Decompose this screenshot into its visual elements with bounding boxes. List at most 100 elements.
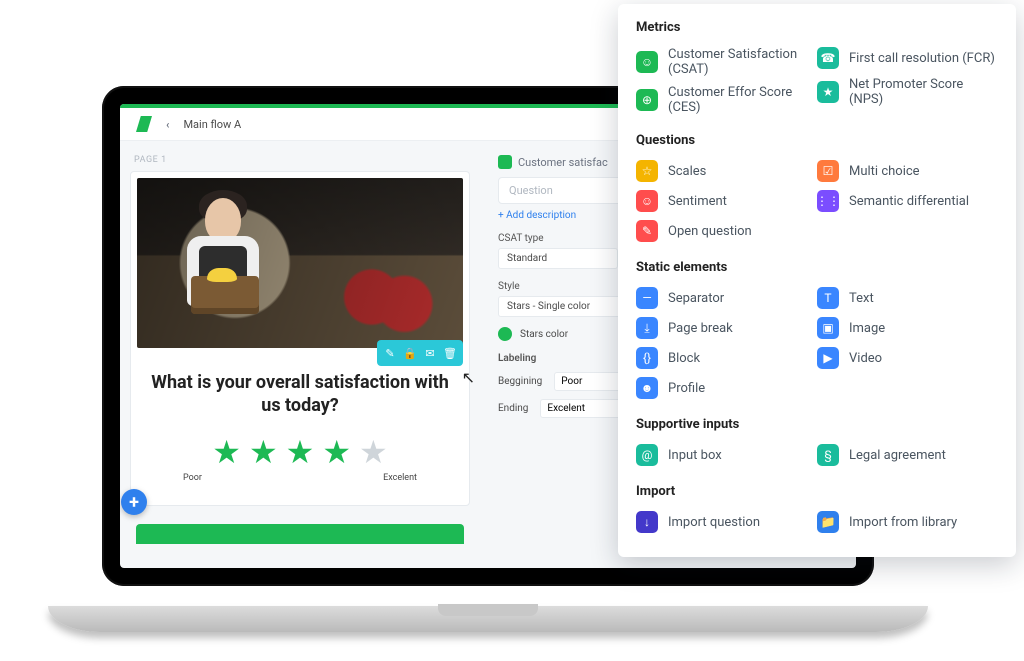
static-item[interactable]: — Separator	[636, 283, 817, 313]
static-icon: —	[636, 287, 658, 309]
metrics-item[interactable]: ☺ Customer Satisfaction (CSAT)	[636, 43, 817, 81]
metrics-label: First call resolution (FCR)	[849, 51, 995, 66]
static-item[interactable]: ▶ Video	[817, 343, 998, 373]
static-item[interactable]: ▣ Image	[817, 313, 998, 343]
back-button[interactable]: ‹	[166, 118, 169, 131]
rating-stars[interactable]: ★ ★ ★ ★ ★	[141, 433, 459, 471]
star-4[interactable]: ★	[322, 433, 351, 471]
config-type-name: Customer satisfac	[518, 156, 608, 169]
supportive-label: Input box	[668, 448, 722, 463]
static-label: Block	[668, 351, 700, 366]
supportive-item[interactable]: § Legal agreement	[817, 440, 998, 470]
metrics-item[interactable]: ⊕ Customer Effor Score (CES)	[636, 81, 817, 119]
supportive-heading: Supportive inputs	[636, 417, 998, 432]
scale-low-label: Poor	[183, 473, 202, 483]
import-label: Import question	[668, 515, 760, 530]
questions-icon: ⋮⋮	[817, 190, 839, 212]
questions-item[interactable]: ⋮⋮ Semantic differential	[817, 186, 998, 216]
import-icon: ↓	[636, 511, 658, 533]
questions-label: Multi choice	[849, 164, 920, 179]
metrics-label: Customer Satisfaction (CSAT)	[668, 47, 817, 77]
static-heading: Static elements	[636, 260, 998, 275]
edit-icon[interactable]: ✎	[381, 344, 399, 362]
delete-icon[interactable]: 🗑	[441, 344, 459, 362]
page-label: PAGE 1	[134, 155, 466, 165]
question-preview-card: ✎ 🔒 ✉ 🗑 ↖ What is your overall satisfact…	[130, 171, 470, 506]
supportive-label: Legal agreement	[849, 448, 946, 463]
metrics-label: Customer Effor Score (CES)	[668, 85, 817, 115]
mail-icon[interactable]: ✉	[421, 344, 439, 362]
metrics-icon: ☎	[817, 47, 839, 69]
star-3[interactable]: ★	[286, 433, 315, 471]
questions-label: Scales	[668, 164, 706, 179]
static-item[interactable]: ⤓ Page break	[636, 313, 817, 343]
questions-item[interactable]: ☺ Sentiment	[636, 186, 817, 216]
progress-bar	[136, 524, 464, 544]
lock-icon[interactable]: 🔒	[401, 344, 419, 362]
star-1[interactable]: ★	[212, 433, 241, 471]
import-icon: 📁	[817, 511, 839, 533]
static-item[interactable]: ☻ Profile	[636, 373, 817, 403]
static-item[interactable]: T Text	[817, 283, 998, 313]
supportive-icon: @	[636, 444, 658, 466]
scale-high-label: Excelent	[383, 473, 417, 483]
questions-icon: ☺	[636, 190, 658, 212]
supportive-icon: §	[817, 444, 839, 466]
questions-label: Sentiment	[668, 194, 727, 209]
csat-icon	[498, 155, 512, 169]
questions-item[interactable]: ☆ Scales	[636, 156, 817, 186]
questions-label: Semantic differential	[849, 194, 969, 209]
element-picker-panel: Metrics ☺ Customer Satisfaction (CSAT) ⊕ Cu…	[618, 4, 1016, 557]
import-heading: Import	[636, 484, 998, 499]
question-toolbar: ✎ 🔒 ✉ 🗑	[377, 340, 463, 366]
static-icon: ▣	[817, 317, 839, 339]
stars-color-swatch[interactable]	[498, 327, 512, 341]
metrics-item[interactable]: ☎ First call resolution (FCR)	[817, 43, 998, 73]
static-label: Page break	[668, 321, 733, 336]
preview-person-illustration	[165, 190, 285, 340]
static-label: Image	[849, 321, 885, 336]
questions-icon: ☑	[817, 160, 839, 182]
logo-icon	[136, 116, 152, 132]
beginning-label: Beggining	[498, 376, 542, 387]
metrics-label: Net Promoter Score (NPS)	[849, 77, 998, 107]
metrics-icon: ★	[817, 81, 839, 103]
breadcrumb-flow-name[interactable]: Main flow A	[183, 118, 241, 131]
questions-icon: ✎	[636, 220, 658, 242]
static-icon: {}	[636, 347, 658, 369]
add-question-button[interactable]: +	[121, 489, 147, 515]
static-label: Video	[849, 351, 882, 366]
supportive-item[interactable]: @ Input box	[636, 440, 817, 470]
csat-type-select[interactable]: Standard	[498, 248, 618, 269]
metrics-item[interactable]: ★ Net Promoter Score (NPS)	[817, 73, 998, 111]
static-icon: ☻	[636, 377, 658, 399]
static-label: Text	[849, 291, 874, 306]
cursor-icon: ↖	[462, 368, 475, 387]
static-label: Profile	[668, 381, 705, 396]
static-icon: T	[817, 287, 839, 309]
static-icon: ▶	[817, 347, 839, 369]
stars-color-label: Stars color	[520, 329, 568, 340]
questions-item[interactable]: ✎ Open question	[636, 216, 817, 246]
static-item[interactable]: {} Block	[636, 343, 817, 373]
preview-image	[137, 178, 463, 348]
star-5[interactable]: ★	[359, 433, 388, 471]
metrics-icon: ⊕	[636, 89, 658, 111]
import-item[interactable]: 📁 Import from library	[817, 507, 998, 537]
metrics-heading: Metrics	[636, 20, 998, 35]
questions-heading: Questions	[636, 133, 998, 148]
questions-label: Open question	[668, 224, 752, 239]
static-icon: ⤓	[636, 317, 658, 339]
import-label: Import from library	[849, 515, 957, 530]
scale-labels: Poor Excelent	[141, 471, 459, 483]
questions-item[interactable]: ☑ Multi choice	[817, 156, 998, 186]
star-2[interactable]: ★	[249, 433, 278, 471]
add-description-link[interactable]: + Add description	[498, 210, 576, 221]
metrics-icon: ☺	[636, 51, 658, 73]
import-item[interactable]: ↓ Import question	[636, 507, 817, 537]
questions-icon: ☆	[636, 160, 658, 182]
question-text: What is your overall satisfaction with u…	[141, 372, 459, 417]
static-label: Separator	[668, 291, 724, 306]
ending-label: Ending	[498, 403, 528, 414]
laptop-base	[48, 606, 928, 632]
